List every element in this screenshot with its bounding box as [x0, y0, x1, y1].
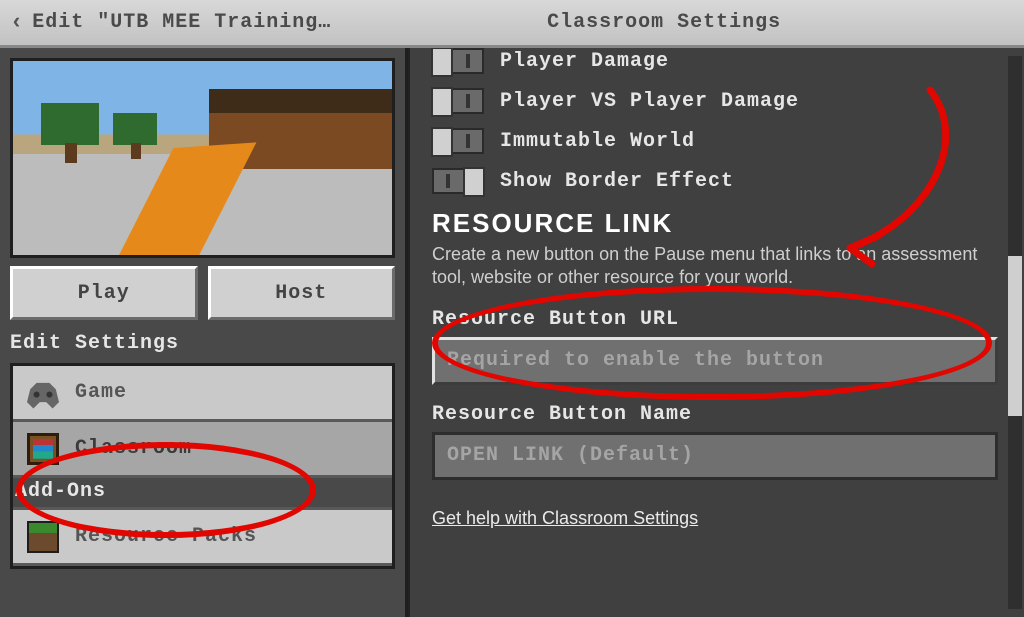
resource-link-heading: RESOURCE LINK — [432, 208, 998, 239]
play-button[interactable]: Play — [10, 266, 198, 320]
toggle-label: Player VS Player Damage — [500, 90, 799, 113]
addons-label: Add-Ons — [13, 478, 392, 510]
edit-settings-list: Game Classroom Add-Ons Resource Packs — [10, 363, 395, 569]
toggle-immutable-world[interactable] — [432, 128, 484, 154]
left-panel: Play Host Edit Settings Game Classroom A… — [0, 48, 408, 617]
settings-item-game[interactable]: Game — [13, 366, 392, 422]
help-link[interactable]: Get help with Classroom Settings — [432, 508, 698, 529]
settings-item-label: Game — [75, 381, 127, 404]
scroll-thumb[interactable] — [1008, 256, 1022, 416]
bookshelf-icon — [27, 433, 59, 465]
controller-icon — [27, 377, 59, 409]
header-bar: ‹ Edit "UTB MEE Training… Classroom Sett… — [0, 0, 1024, 48]
toggle-player-damage[interactable] — [432, 48, 484, 74]
toggle-label: Player Damage — [500, 50, 669, 73]
settings-item-classroom[interactable]: Classroom — [13, 422, 392, 478]
toggle-show-border-effect[interactable] — [432, 168, 484, 194]
back-button[interactable]: ‹ — [10, 8, 32, 37]
world-preview — [10, 58, 395, 258]
header-center-title: Classroom Settings — [547, 11, 781, 34]
settings-item-label: Classroom — [75, 437, 192, 460]
resource-link-description: Create a new button on the Pause menu th… — [432, 243, 998, 290]
toggle-label: Immutable World — [500, 130, 695, 153]
scrollbar[interactable] — [1008, 56, 1022, 609]
toggle-pvp-damage[interactable] — [432, 88, 484, 114]
settings-item-label: Resource Packs — [75, 525, 257, 548]
header-title[interactable]: Edit "UTB MEE Training… — [32, 11, 331, 34]
right-panel: Player Damage Player VS Player Damage Im… — [408, 48, 1024, 617]
resource-name-input[interactable] — [432, 432, 998, 480]
settings-item-resource-packs[interactable]: Resource Packs — [13, 510, 392, 566]
edit-settings-label: Edit Settings — [10, 332, 395, 355]
host-button[interactable]: Host — [208, 266, 396, 320]
resource-url-input[interactable] — [432, 337, 998, 385]
resource-name-label: Resource Button Name — [432, 403, 998, 426]
grass-block-icon — [27, 521, 59, 553]
toggle-label: Show Border Effect — [500, 170, 734, 193]
resource-url-label: Resource Button URL — [432, 308, 998, 331]
